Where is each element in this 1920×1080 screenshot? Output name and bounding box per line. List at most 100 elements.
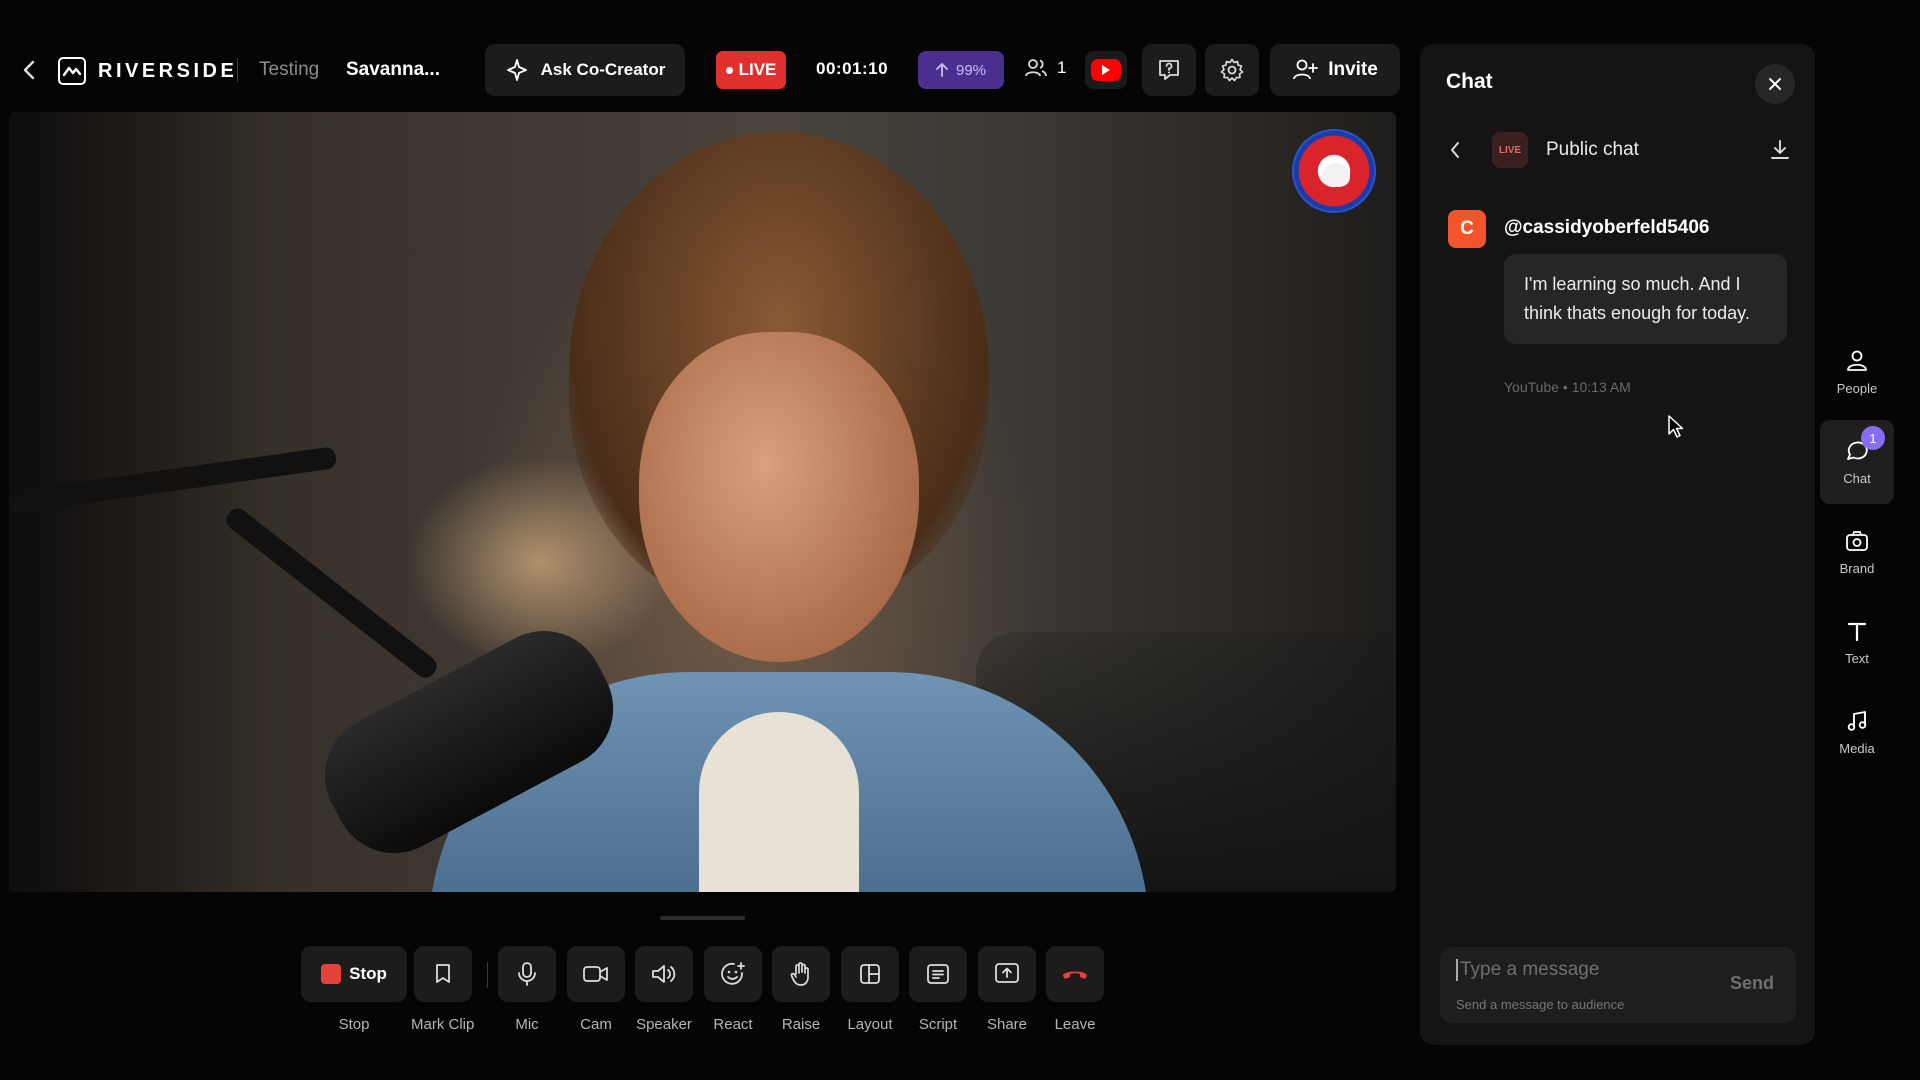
script-button[interactable] (909, 946, 967, 1002)
riverside-logo-icon (58, 57, 86, 85)
message-username[interactable]: @cassidyoberfeld5406 (1504, 217, 1709, 239)
mouse-cursor-icon (1667, 414, 1685, 445)
stop-button-text: Stop (349, 964, 387, 983)
message-meta: YouTube • 10:13 AM (1504, 379, 1631, 395)
chat-live-chip: LIVE (1492, 132, 1528, 168)
control-label-script: Script (918, 1016, 958, 1033)
control-label-speaker: Speaker (636, 1016, 692, 1033)
control-leave: Leave (1046, 946, 1104, 1033)
speaker-button[interactable] (635, 946, 693, 1002)
rail-item-brand[interactable]: Brand (1820, 510, 1894, 594)
stop-recording-button[interactable]: Stop (301, 946, 407, 1002)
script-icon (927, 964, 949, 984)
rail-item-media[interactable]: Media (1820, 690, 1894, 774)
youtube-destination-button[interactable] (1085, 51, 1127, 89)
rail-label-text: Text (1845, 650, 1869, 666)
control-react: React (704, 946, 762, 1033)
control-layout: Layout (841, 946, 899, 1033)
mark-clip-button[interactable] (413, 946, 472, 1002)
hand-icon (790, 962, 809, 986)
camera-icon (583, 966, 608, 982)
mic-icon (518, 962, 536, 986)
help-button[interactable] (1142, 44, 1196, 96)
people-icon (1847, 350, 1867, 371)
ask-sparkle-icon (506, 59, 527, 81)
control-separator (487, 962, 488, 988)
participant-count[interactable]: 1 (1025, 58, 1066, 78)
message-input[interactable] (1456, 959, 1696, 981)
control-stop: Stop Stop (301, 946, 407, 1033)
raise-hand-button[interactable] (772, 946, 830, 1002)
music-note-icon (1847, 710, 1867, 731)
speaker-undershirt (699, 712, 859, 892)
download-icon (1771, 140, 1789, 159)
upload-percent: 99% (955, 61, 987, 79)
control-cam: Cam (567, 946, 625, 1033)
control-label-share: Share (986, 1016, 1028, 1033)
share-button[interactable] (978, 946, 1036, 1002)
layout-icon (860, 964, 880, 984)
hang-up-icon (1063, 971, 1087, 979)
chat-unread-badge: 1 (1861, 426, 1885, 450)
participant-number: 1 (1057, 58, 1067, 77)
people-icon (1025, 59, 1047, 77)
chat-back-button[interactable] (1440, 141, 1470, 159)
brand-name: RIVERSIDE (98, 59, 238, 82)
rail-item-text[interactable]: Text (1820, 600, 1894, 684)
live-dot (725, 66, 733, 74)
control-label-react: React (713, 1016, 753, 1033)
header-divider (237, 58, 238, 82)
control-label-mark-clip: Mark Clip (411, 1016, 475, 1033)
brand-icon (1846, 530, 1868, 551)
video-stage[interactable] (9, 112, 1396, 892)
bookmark-icon (435, 964, 450, 983)
control-share: Share (978, 946, 1036, 1033)
skull-emblem (1322, 163, 1350, 187)
control-label-leave: Leave (1054, 1016, 1096, 1033)
control-label-raise: Raise (781, 1016, 821, 1033)
stream-overlay-logo (1292, 129, 1376, 213)
emoji-icon (721, 962, 745, 985)
breadcrumb-session[interactable]: Savanna... (346, 59, 440, 81)
live-label: LIVE (738, 60, 777, 79)
invite-label: Invite (1328, 59, 1378, 80)
control-label-layout: Layout (847, 1016, 893, 1033)
stage-resize-handle[interactable] (660, 916, 745, 920)
live-status-badge[interactable]: LIVE (716, 51, 786, 89)
rail-item-chat[interactable]: 1 Chat (1820, 420, 1894, 504)
chat-panel: Chat LIVE Public chat C @cassidyoberfeld… (1420, 44, 1815, 1045)
control-raise: Raise (772, 946, 830, 1033)
control-label-mic: Mic (515, 1016, 539, 1033)
message-input-hint: Send a message to audience (1456, 997, 1625, 1012)
leave-button[interactable] (1046, 946, 1104, 1002)
close-chat-button[interactable] (1755, 64, 1795, 104)
back-button[interactable] (18, 55, 40, 85)
send-button[interactable]: Send (1730, 973, 1774, 994)
speaker-face (639, 332, 919, 662)
control-mark-clip: Mark Clip (411, 946, 474, 1033)
rail-item-people[interactable]: People (1820, 330, 1894, 414)
control-label-stop: Stop (338, 1016, 370, 1033)
chat-subheader: LIVE Public chat (1440, 128, 1795, 172)
control-speaker: Speaker (635, 946, 693, 1033)
app-logo: RIVERSIDE (58, 57, 237, 85)
layout-button[interactable] (841, 946, 899, 1002)
message-bubble: I'm learning so much. And I think thats … (1504, 254, 1787, 344)
add-user-icon (1293, 59, 1319, 80)
ask-co-creator-label: Ask Co-Creator (540, 60, 666, 79)
breadcrumb-studio[interactable]: Testing (259, 59, 319, 81)
download-chat-button[interactable] (1765, 139, 1795, 161)
upload-progress-badge[interactable]: 99% (918, 51, 1004, 89)
rail-label-brand: Brand (1839, 560, 1875, 576)
ask-co-creator-button[interactable]: Ask Co-Creator (485, 44, 685, 96)
youtube-icon (1091, 59, 1121, 81)
close-icon (1769, 78, 1781, 90)
settings-button[interactable] (1205, 44, 1259, 96)
invite-button[interactable]: Invite (1270, 44, 1400, 96)
message-avatar: C (1448, 210, 1486, 248)
cam-button[interactable] (567, 946, 625, 1002)
mic-button[interactable] (498, 946, 556, 1002)
react-button[interactable] (704, 946, 762, 1002)
side-rail: People 1 Chat Brand Text Media (1820, 330, 1894, 780)
back-icon (23, 60, 35, 80)
